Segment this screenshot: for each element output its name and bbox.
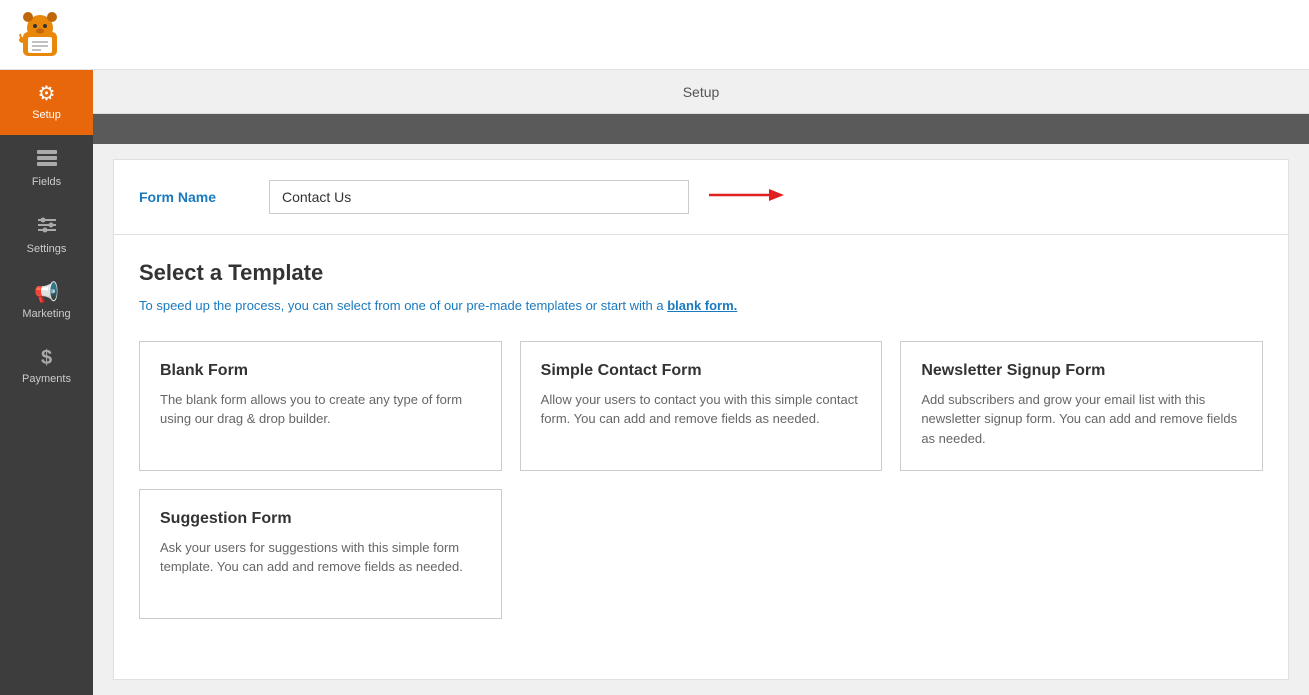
- template-cards-row1: Blank Form The blank form allows you to …: [139, 341, 1263, 471]
- sidebar-item-fields[interactable]: Fields: [0, 135, 93, 202]
- sidebar-item-settings[interactable]: Settings: [0, 202, 93, 269]
- template-card-suggestion[interactable]: Suggestion Form Ask your users for sugge…: [139, 489, 502, 619]
- arrow-indicator: [704, 183, 784, 212]
- payments-icon: $: [41, 348, 52, 368]
- sidebar-item-marketing[interactable]: 📢 Marketing: [0, 269, 93, 334]
- logo: [15, 10, 65, 60]
- template-section-desc: To speed up the process, you can select …: [139, 296, 1263, 316]
- sidebar-item-setup[interactable]: ⚙ Setup: [0, 70, 93, 135]
- template-card-blank[interactable]: Blank Form The blank form allows you to …: [139, 341, 502, 471]
- setup-header: Setup: [93, 70, 1309, 114]
- fields-icon: [36, 149, 58, 171]
- white-panel: Form Name Select a Template To sp: [113, 159, 1289, 680]
- marketing-icon: 📢: [34, 283, 59, 303]
- template-section-title: Select a Template: [139, 260, 1263, 286]
- setup-header-title: Setup: [683, 84, 720, 100]
- form-name-input-wrapper: [269, 180, 784, 214]
- template-section: Select a Template To speed up the proces…: [114, 235, 1288, 644]
- content-area: Setup Form Name: [93, 70, 1309, 695]
- sidebar-item-payments[interactable]: $ Payments: [0, 334, 93, 399]
- template-card-newsletter[interactable]: Newsletter Signup Form Add subscribers a…: [900, 341, 1263, 471]
- sub-header: [93, 114, 1309, 144]
- blank-form-link[interactable]: blank form.: [667, 298, 737, 313]
- form-name-row: Form Name: [114, 160, 1288, 235]
- template-card-simple-contact[interactable]: Simple Contact Form Allow your users to …: [520, 341, 883, 471]
- template-cards-row2: Suggestion Form Ask your users for sugge…: [139, 489, 1263, 619]
- top-bar: [0, 0, 1309, 70]
- settings-icon: [36, 216, 58, 238]
- sidebar: ⚙ Setup Fields: [0, 70, 93, 695]
- form-name-label: Form Name: [139, 189, 239, 205]
- gear-icon: ⚙: [38, 84, 56, 104]
- form-name-input[interactable]: [269, 180, 689, 214]
